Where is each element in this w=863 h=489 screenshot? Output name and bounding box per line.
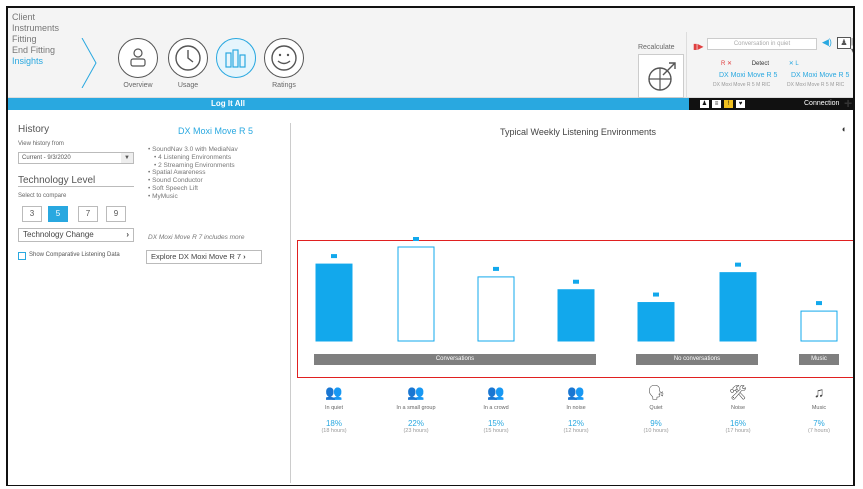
environment-percent: 9% [650, 419, 662, 428]
environment-percent: 15% [487, 419, 504, 428]
bar-in-quiet[interactable] [315, 263, 353, 342]
environment-hours: (12 hours) [563, 428, 589, 434]
environment-hours: (17 hours) [725, 428, 751, 434]
bar-in-noise[interactable] [557, 289, 595, 342]
comment-icon[interactable] [493, 266, 499, 271]
environment-item: 👥 In a small group 22% (23 hours) [381, 384, 451, 434]
environment-label: In a crowd [483, 405, 509, 411]
environment-percent: 7% [813, 419, 825, 428]
environment-hours: (23 hours) [403, 428, 429, 434]
environment-icon: 👥 [567, 384, 585, 400]
group-band: Music [799, 354, 839, 365]
environment-label: Quiet [649, 405, 663, 411]
environment-hours: (7 hours) [807, 428, 830, 434]
comment-icon[interactable] [653, 292, 659, 297]
environment-item: 👥 In a crowd 15% (15 hours) [461, 384, 531, 434]
group-band: Conversations [314, 354, 596, 365]
environment-label: In quiet [324, 405, 344, 411]
comment-icon[interactable] [413, 237, 419, 241]
environment-item: ♫ Music 7% (7 hours) [784, 384, 853, 434]
environment-icon: 👥 [487, 384, 505, 400]
environment-icon: 👥 [407, 384, 425, 400]
environment-hours: (15 hours) [483, 428, 509, 434]
comment-icon[interactable] [816, 301, 822, 306]
comment-icon[interactable] [735, 262, 741, 267]
bar-quiet[interactable] [637, 302, 675, 342]
environment-icon: 🗣 [647, 384, 665, 400]
app-window: Client Instruments Fitting End Fitting I… [6, 6, 855, 486]
comment-icon[interactable] [331, 254, 337, 259]
environment-icon: 🛠 [729, 384, 747, 400]
bar-music[interactable] [800, 310, 838, 342]
environment-label: Music [811, 405, 827, 411]
environment-hours: (10 hours) [643, 428, 669, 434]
environment-item: 🗣 Quiet 9% (10 hours) [621, 384, 691, 434]
group-band: No conversations [636, 354, 758, 365]
environment-item: 👥 In quiet 18% (18 hours) [299, 384, 369, 434]
bar-in-a-crowd[interactable] [477, 276, 515, 342]
environment-percent: 18% [325, 419, 342, 428]
bar-noise[interactable] [719, 272, 757, 342]
environment-hours: (18 hours) [321, 428, 347, 434]
environment-item: 🛠 Noise 16% (17 hours) [703, 384, 773, 434]
environment-label: Noise [730, 405, 746, 411]
environment-icon: ♫ [813, 384, 825, 400]
environment-percent: 12% [567, 419, 584, 428]
comment-icon[interactable] [573, 279, 579, 284]
environment-percent: 16% [729, 419, 746, 428]
bar-in-a-small-group[interactable] [397, 246, 435, 342]
environment-icon: 👥 [325, 384, 343, 400]
environment-percent: 22% [407, 419, 424, 428]
environment-label: In a small group [396, 405, 436, 411]
environment-label: In noise [566, 405, 586, 411]
environment-item: 👥 In noise 12% (12 hours) [541, 384, 611, 434]
